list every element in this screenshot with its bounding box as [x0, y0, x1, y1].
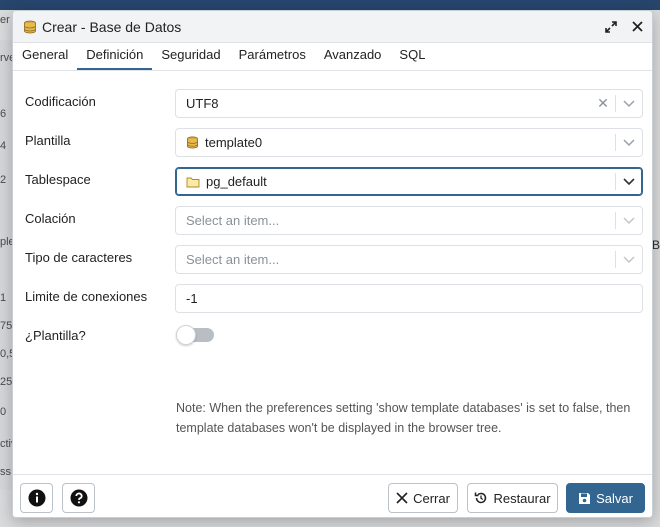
template-label: Plantilla [25, 133, 71, 148]
ctype-placeholder: Select an item... [186, 252, 280, 267]
template-row: Plantilla template0 [13, 128, 652, 158]
database-icon [23, 20, 37, 34]
tab-parametros[interactable]: Parámetros [230, 42, 315, 70]
chevron-down-icon[interactable] [616, 255, 642, 264]
connlimit-value[interactable]: -1 [176, 291, 642, 306]
info-icon [28, 489, 45, 507]
tab-general[interactable]: General [13, 42, 77, 70]
connlimit-label: Limite de conexiones [25, 289, 148, 304]
collation-placeholder: Select an item... [186, 213, 280, 228]
toggle-knob [176, 325, 196, 345]
chevron-down-icon[interactable] [616, 138, 642, 147]
ctype-select[interactable]: Select an item... [175, 245, 643, 274]
reset-icon [474, 491, 488, 505]
ctype-label: Tipo de caracteres [25, 250, 133, 265]
maximize-button[interactable] [600, 16, 622, 38]
connlimit-input[interactable]: -1 [175, 284, 643, 313]
close-button[interactable]: Cerrar [388, 483, 458, 513]
close-button-label: Cerrar [413, 490, 450, 506]
tab-avanzado[interactable]: Avanzado [315, 42, 391, 70]
ctype-row: Tipo de caracteres Select an item... [13, 245, 652, 275]
tab-sql[interactable]: SQL [390, 42, 434, 70]
tablespace-value: pg_default [206, 174, 267, 189]
create-database-dialog: Crear - Base de Datos General Definición… [12, 10, 653, 518]
database-icon [186, 136, 199, 149]
collation-select[interactable]: Select an item... [175, 206, 643, 235]
is-template-toggle[interactable] [176, 325, 214, 345]
dialog-title: Crear - Base de Datos [42, 18, 182, 35]
tab-definicion[interactable]: Definición [77, 42, 153, 70]
save-button[interactable]: Salvar [566, 483, 645, 513]
clear-icon[interactable]: ✕ [595, 95, 611, 112]
encoding-value: UTF8 [186, 96, 219, 111]
reset-button-label: Restaurar [493, 490, 551, 506]
tablespace-value-wrap: pg_default [176, 174, 615, 189]
template-select[interactable]: template0 [175, 128, 643, 157]
chevron-down-icon[interactable] [616, 177, 642, 186]
encoding-row: Codificación UTF8 ✕ [13, 89, 652, 119]
is-template-label: ¿Plantilla? [25, 328, 86, 343]
folder-icon [186, 176, 200, 188]
encoding-select[interactable]: UTF8 ✕ [175, 89, 643, 118]
close-icon [396, 492, 408, 504]
save-icon [578, 492, 591, 505]
help-button[interactable] [62, 483, 95, 513]
tablespace-row: Tablespace pg_default [13, 167, 652, 197]
dialog-tabs: General Definición Seguridad Parámetros … [13, 43, 652, 71]
dialog-titlebar[interactable]: Crear - Base de Datos [13, 11, 652, 43]
reset-button[interactable]: Restaurar [467, 483, 558, 513]
close-dialog-button[interactable] [626, 16, 648, 38]
definition-form: Codificación UTF8 ✕ Plantilla template0 … [13, 71, 652, 477]
collation-row: Colación Select an item... [13, 206, 652, 236]
info-button[interactable] [20, 483, 53, 513]
save-button-label: Salvar [596, 490, 633, 506]
is-template-row: ¿Plantilla? [13, 323, 652, 353]
chevron-down-icon[interactable] [616, 99, 642, 108]
collation-label: Colación [25, 211, 76, 226]
close-icon [631, 21, 643, 32]
template-note: Note: When the preferences setting 'show… [176, 401, 631, 435]
tab-seguridad[interactable]: Seguridad [152, 42, 229, 70]
tablespace-label: Tablespace [25, 172, 91, 187]
chevron-down-icon[interactable] [616, 216, 642, 225]
template-value: template0 [205, 135, 263, 150]
tablespace-select[interactable]: pg_default [175, 167, 643, 196]
connlimit-row: Limite de conexiones -1 [13, 284, 652, 314]
expand-icon [605, 20, 617, 33]
dialog-footer: Cerrar Restaurar Salvar [13, 474, 652, 517]
template-value-wrap: template0 [176, 135, 615, 150]
encoding-label: Codificación [25, 94, 96, 109]
help-icon [70, 489, 87, 507]
